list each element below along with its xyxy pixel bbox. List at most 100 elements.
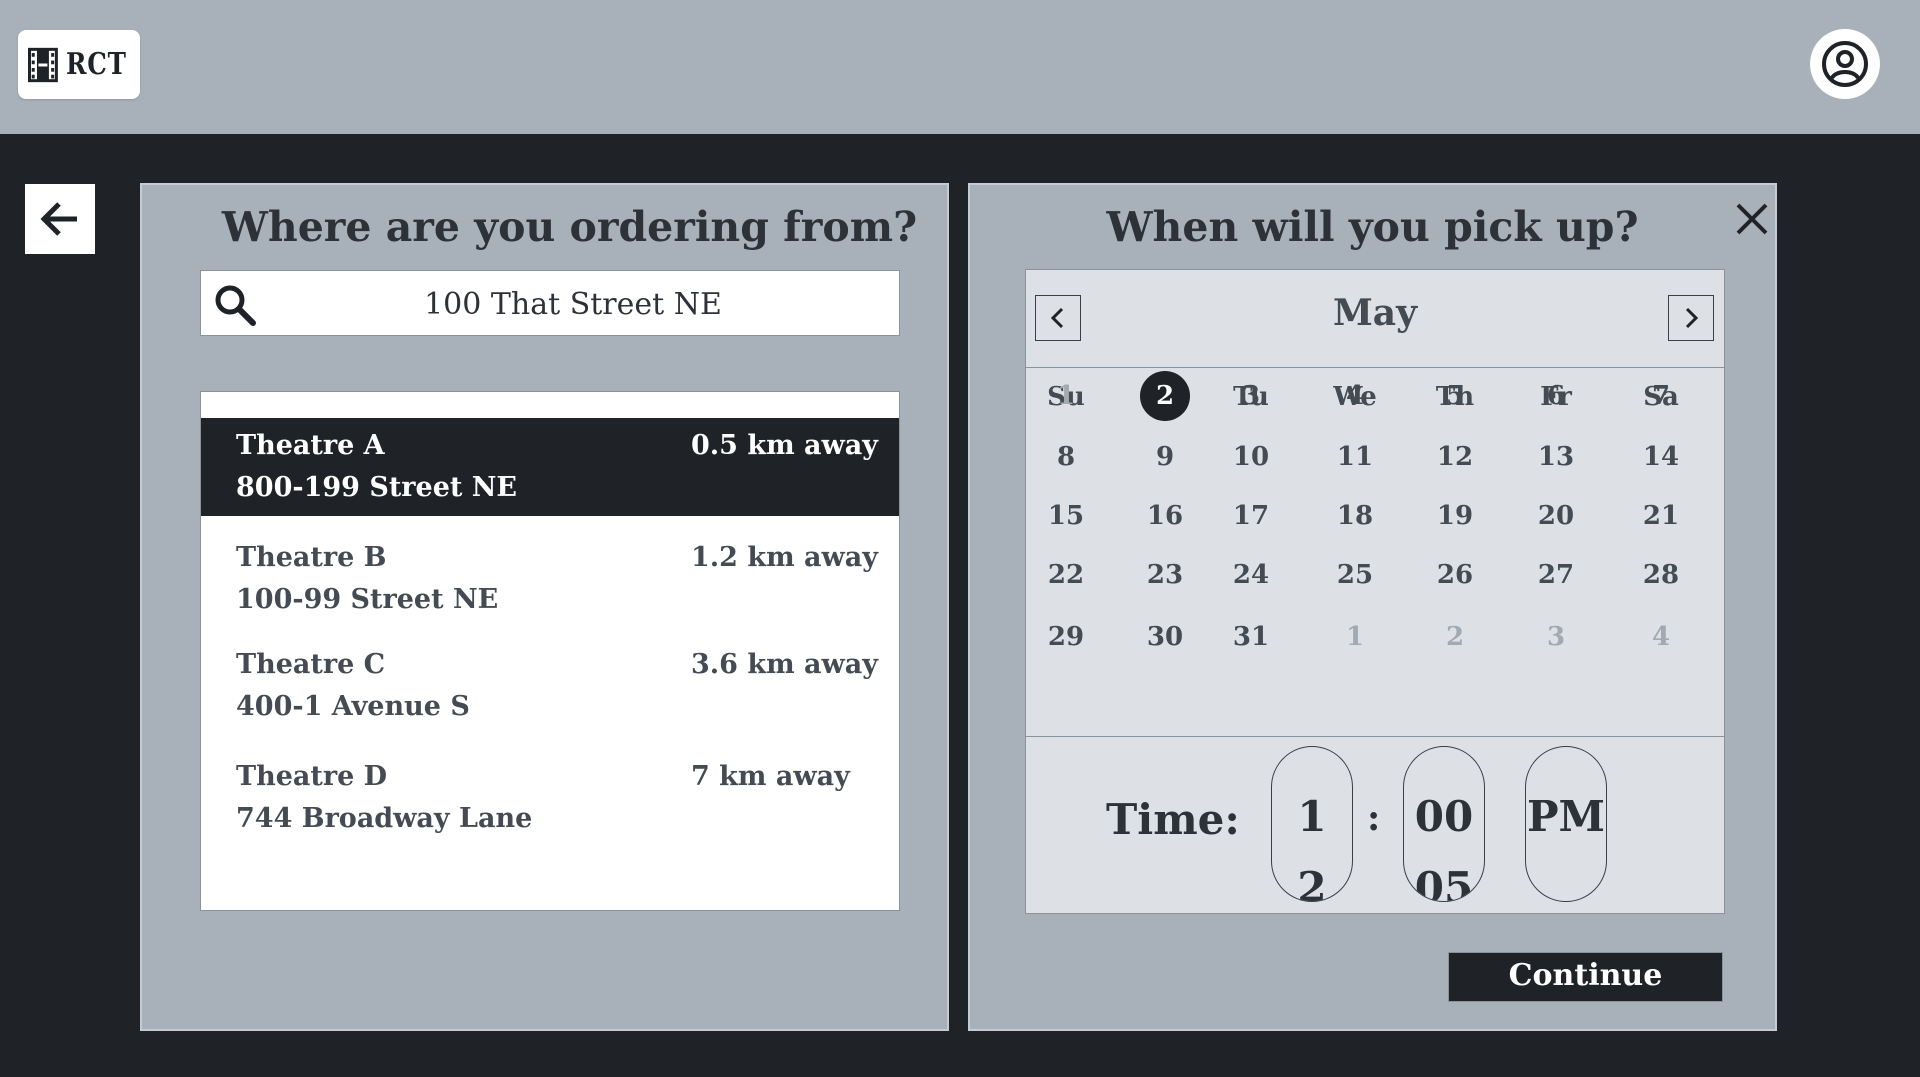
theatre-item[interactable]: Theatre B 100-99 Street NE 1.2 km away <box>201 530 899 628</box>
calendar-day[interactable]: 18 <box>1315 491 1395 541</box>
theatre-list: Theatre A 800-199 Street NE 0.5 km away … <box>200 391 900 911</box>
theatre-item[interactable]: Theatre C 400-1 Avenue S 3.6 km away <box>201 637 899 735</box>
calendar-day[interactable]: 23 <box>1125 550 1205 600</box>
location-title: Where are you ordering from? <box>221 203 918 251</box>
theatre-distance: 1.2 km away <box>691 542 878 573</box>
calendar-day[interactable]: 8 <box>1026 432 1106 482</box>
day-number: 7 <box>1651 381 1671 411</box>
calendar-day[interactable]: 2 <box>1415 612 1495 662</box>
time-separator: : <box>1367 797 1381 839</box>
arrow-left-icon <box>40 202 77 236</box>
calendar-day[interactable]: 28 <box>1621 550 1701 600</box>
calendar-day[interactable]: 13 <box>1516 432 1596 482</box>
period-value: PM <box>1526 792 1606 841</box>
calendar-header: May <box>1026 270 1724 368</box>
theatre-address: 744 Broadway Lane <box>236 803 533 834</box>
theatre-item[interactable]: Theatre A 800-199 Street NE 0.5 km away <box>201 418 899 516</box>
theatre-address: 100-99 Street NE <box>236 584 499 615</box>
day-number: 3 <box>1546 622 1566 652</box>
day-number: 29 <box>1047 622 1085 652</box>
day-number: 16 <box>1146 501 1184 531</box>
back-button[interactable] <box>25 184 95 254</box>
minute-next-value: 05 <box>1414 863 1474 902</box>
day-number: 18 <box>1336 501 1374 531</box>
calendar-day[interactable]: 26 <box>1415 550 1495 600</box>
calendar-day[interactable]: 3 <box>1211 371 1291 421</box>
day-number: 14 <box>1642 442 1680 472</box>
calendar-day[interactable]: 30 <box>1125 612 1205 662</box>
day-number: 5 <box>1445 381 1465 411</box>
day-number: 15 <box>1047 501 1085 531</box>
day-number: 25 <box>1336 560 1374 590</box>
search-box[interactable] <box>200 270 900 337</box>
calendar-day[interactable]: 27 <box>1516 550 1596 600</box>
calendar-day-selected[interactable]: 2 <box>1125 371 1205 421</box>
period-wheel[interactable]: PM <box>1525 746 1607 902</box>
calendar-day[interactable]: 1 <box>1315 612 1395 662</box>
theatre-distance: 7 km away <box>691 761 850 792</box>
calendar-day[interactable]: 14 <box>1621 432 1701 482</box>
calendar-day[interactable]: 22 <box>1026 550 1106 600</box>
day-number: 28 <box>1642 560 1680 590</box>
day-number: 2 <box>1140 371 1190 421</box>
day-number: 24 <box>1232 560 1270 590</box>
search-icon <box>215 285 256 326</box>
calendar-day[interactable]: 29 <box>1026 612 1106 662</box>
logo[interactable]: RCT <box>18 30 140 99</box>
day-number: 30 <box>1146 622 1184 652</box>
calendar-day[interactable]: 7 <box>1621 371 1701 421</box>
day-number: 9 <box>1155 442 1175 472</box>
calendar-day[interactable]: 4 <box>1315 371 1395 421</box>
calendar-day[interactable]: 20 <box>1516 491 1596 541</box>
calendar-day[interactable]: 16 <box>1125 491 1205 541</box>
pickup-panel: When will you pick up? May SuMoTuWeThFrS… <box>968 183 1777 1031</box>
calendar-day[interactable]: 11 <box>1315 432 1395 482</box>
calendar-day[interactable]: 25 <box>1315 550 1395 600</box>
theatre-item[interactable]: Theatre D 744 Broadway Lane 7 km away <box>201 749 899 847</box>
next-month-button[interactable] <box>1668 295 1714 341</box>
calendar-day[interactable]: 17 <box>1211 491 1291 541</box>
day-number: 6 <box>1546 381 1566 411</box>
day-number: 19 <box>1436 501 1474 531</box>
calendar-day[interactable]: 15 <box>1026 491 1106 541</box>
calendar-day[interactable]: 9 <box>1125 432 1205 482</box>
calendar-day[interactable]: 12 <box>1415 432 1495 482</box>
calendar-day[interactable]: 19 <box>1415 491 1495 541</box>
continue-button[interactable]: Continue <box>1448 952 1723 1002</box>
day-number: 8 <box>1056 442 1076 472</box>
film-strip-icon <box>28 47 58 82</box>
day-number: 23 <box>1146 560 1184 590</box>
calendar-day[interactable]: 3 <box>1516 612 1596 662</box>
calendar-day[interactable]: 31 <box>1211 612 1291 662</box>
day-number: 22 <box>1047 560 1085 590</box>
search-input[interactable] <box>261 271 885 337</box>
calendar-day[interactable]: 4 <box>1621 612 1701 662</box>
chevron-right-icon <box>1685 307 1699 329</box>
day-number: 4 <box>1345 381 1365 411</box>
calendar-day[interactable]: 1 <box>1026 371 1106 421</box>
day-number: 20 <box>1537 501 1575 531</box>
theatre-name: Theatre D <box>236 761 388 792</box>
theatre-name: Theatre C <box>236 649 386 680</box>
calendar-day[interactable]: 5 <box>1415 371 1495 421</box>
time-label: Time: <box>1106 795 1240 844</box>
location-panel: Where are you ordering from? Theatre A 8… <box>140 183 949 1031</box>
hour-next-value: 2 <box>1297 863 1327 902</box>
hour-value: 1 <box>1297 792 1327 841</box>
theatre-distance: 0.5 km away <box>691 430 878 461</box>
calendar-day[interactable]: 24 <box>1211 550 1291 600</box>
account-button[interactable] <box>1810 29 1880 99</box>
calendar-day[interactable]: 10 <box>1211 432 1291 482</box>
calendar-day[interactable]: 6 <box>1516 371 1596 421</box>
theatre-name: Theatre B <box>236 542 387 573</box>
hour-wheel[interactable]: 1 2 <box>1271 746 1353 902</box>
top-bar: RCT <box>0 0 1920 134</box>
calendar-day[interactable]: 21 <box>1621 491 1701 541</box>
theatre-distance: 3.6 km away <box>691 649 878 680</box>
close-button[interactable] <box>1730 197 1774 241</box>
day-number: 13 <box>1537 442 1575 472</box>
day-number: 2 <box>1445 622 1465 652</box>
minute-wheel[interactable]: 00 05 <box>1403 746 1485 902</box>
day-number: 11 <box>1336 442 1374 472</box>
close-icon <box>1736 203 1768 235</box>
